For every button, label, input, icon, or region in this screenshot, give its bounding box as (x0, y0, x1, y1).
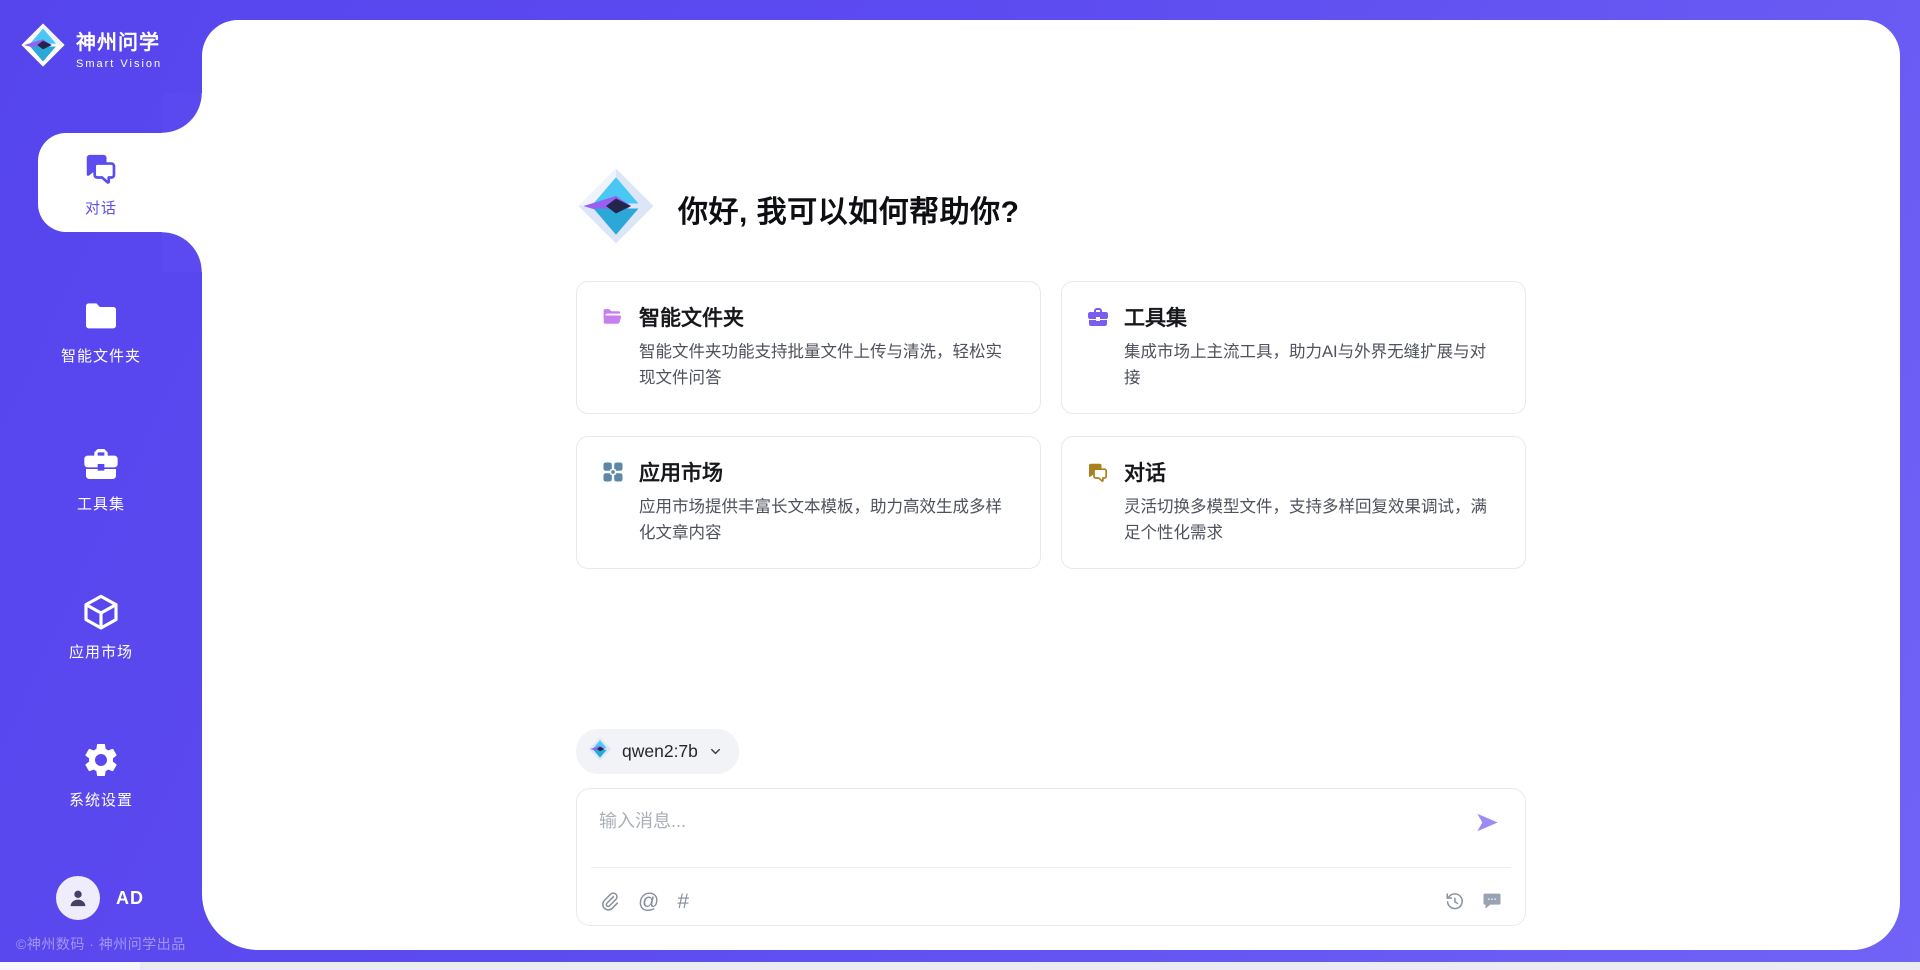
card-title: 对话 (1124, 457, 1166, 487)
mention-icon[interactable]: @ (638, 891, 659, 912)
chat-bubble-icon[interactable] (1481, 890, 1503, 912)
sidebar-item-chat[interactable]: 对话 (0, 133, 202, 232)
chat-icon (81, 148, 121, 188)
card-title: 应用市场 (639, 457, 723, 487)
chevron-down-icon (708, 744, 723, 759)
tab-curve-top (162, 93, 202, 133)
cube-icon (81, 592, 121, 632)
sidebar-item-app-market[interactable]: 应用市场 (0, 577, 202, 676)
greeting-text: 你好, 我可以如何帮助你? (678, 187, 1020, 231)
user-profile[interactable]: AD (56, 876, 144, 920)
chat-icon (1086, 460, 1110, 484)
model-name: qwen2:7b (622, 741, 698, 762)
horizontal-scrollbar[interactable] (0, 962, 1920, 970)
card-toolbox[interactable]: 工具集 集成市场上主流工具，助力AI与外界无缝扩展与对接 (1061, 281, 1526, 414)
attachment-icon[interactable] (599, 891, 620, 912)
card-description: 应用市场提供丰富长文本模板，助力高效生成多样化文章内容 (639, 495, 1016, 546)
sidebar-item-settings[interactable]: 系统设置 (0, 725, 202, 824)
card-description: 集成市场上主流工具，助力AI与外界无缝扩展与对接 (1124, 340, 1501, 391)
card-description: 灵活切换多模型文件，支持多样回复效果调试，满足个性化需求 (1124, 495, 1501, 546)
sidebar-item-toolbox[interactable]: 工具集 (0, 429, 202, 528)
composer-toolbar: @ # (599, 890, 1503, 912)
folder-open-icon (601, 305, 625, 329)
sidebar-item-label: 智能文件夹 (61, 345, 141, 366)
hashtag-icon[interactable]: # (677, 891, 689, 912)
sidebar-item-label: 工具集 (77, 493, 125, 514)
history-icon[interactable] (1443, 890, 1465, 912)
greeting: 你好, 我可以如何帮助你? (576, 20, 1526, 251)
main-content: 你好, 我可以如何帮助你? 智能文件夹 智能文件夹功能支持批量文件上传与清洗，轻… (202, 20, 1900, 950)
brand-tagline: Smart Vision (76, 58, 162, 70)
scrollbar-thumb[interactable] (0, 962, 140, 970)
feature-cards: 智能文件夹 智能文件夹功能支持批量文件上传与清洗，轻松实现文件问答 工具集 集成… (576, 281, 1526, 569)
toolbox-icon (1086, 305, 1110, 329)
sidebar-item-label: 系统设置 (69, 789, 133, 810)
model-selector[interactable]: qwen2:7b (576, 729, 739, 774)
card-app-market[interactable]: 应用市场 应用市场提供丰富长文本模板，助力高效生成多样化文章内容 (576, 436, 1041, 569)
user-initials: AD (116, 888, 144, 909)
composer-divider (591, 867, 1511, 868)
card-title: 工具集 (1124, 302, 1187, 332)
card-smart-folder[interactable]: 智能文件夹 智能文件夹功能支持批量文件上传与清洗，轻松实现文件问答 (576, 281, 1041, 414)
copyright-footer: ©神州数码 · 神州问学出品 (16, 934, 186, 954)
card-chat[interactable]: 对话 灵活切换多模型文件，支持多样回复效果调试，满足个性化需求 (1061, 436, 1526, 569)
card-description: 智能文件夹功能支持批量文件上传与清洗，轻松实现文件问答 (639, 340, 1016, 391)
tab-curve-bottom (162, 232, 202, 272)
sidebar-nav: 对话 智能文件夹 工具集 (0, 133, 202, 873)
message-input[interactable]: 输入消息... (599, 807, 1455, 833)
send-icon[interactable] (1474, 809, 1501, 841)
brand-name: 神州问学 (76, 26, 162, 55)
toolbox-icon (81, 444, 121, 484)
model-diamond-logo-icon (588, 737, 612, 766)
brand: 神州问学 Smart Vision (20, 22, 162, 73)
folder-icon (81, 296, 121, 336)
message-composer: 输入消息... @ # (576, 788, 1526, 926)
gear-icon (81, 740, 121, 780)
avatar (56, 876, 100, 920)
sidebar-item-smart-folder[interactable]: 智能文件夹 (0, 281, 202, 380)
card-title: 智能文件夹 (639, 302, 744, 332)
sidebar-item-label: 应用市场 (69, 641, 133, 662)
grid-icon (601, 460, 625, 484)
brand-diamond-logo-icon (20, 22, 66, 73)
assistant-diamond-logo-icon (576, 166, 656, 251)
sidebar-item-label: 对话 (85, 197, 117, 218)
sidebar: 神州问学 Smart Vision 对话 智能文件夹 (0, 0, 202, 970)
